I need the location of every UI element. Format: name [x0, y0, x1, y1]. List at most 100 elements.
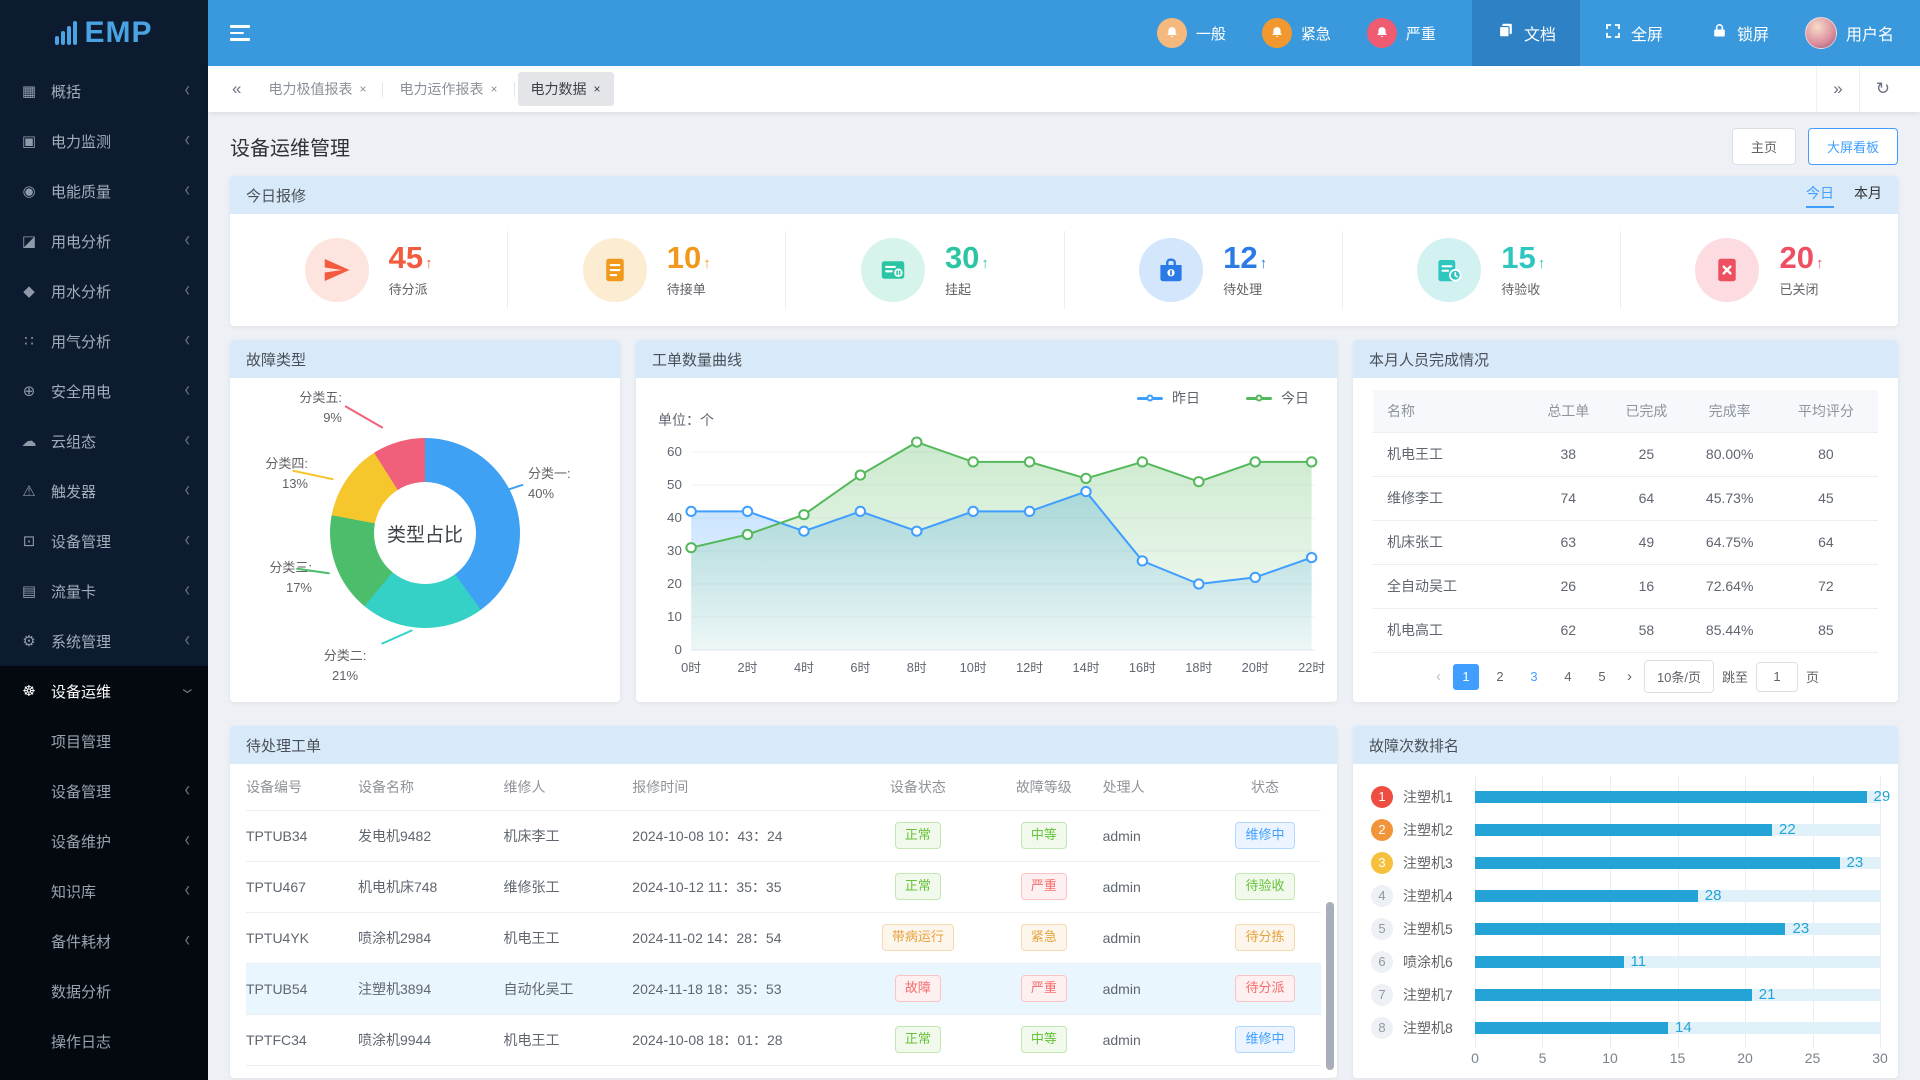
- page-number-1[interactable]: 1: [1453, 664, 1479, 690]
- fault-type-title: 故障类型: [246, 349, 306, 370]
- page-number-2[interactable]: 2: [1487, 664, 1513, 690]
- table-cell: 72: [1774, 564, 1878, 608]
- sidebar-subitem-项目管理[interactable]: 项目管理: [0, 716, 208, 766]
- sidebar-item-label: 电能质量: [51, 181, 111, 202]
- stat-card-待处理[interactable]: 12↑待处理: [1065, 231, 1343, 309]
- bar-track: 14: [1475, 1022, 1880, 1034]
- tab-电力数据[interactable]: 电力数据×: [518, 72, 614, 106]
- sidebar-item-安全用电[interactable]: ⊕安全用电‹: [0, 366, 208, 416]
- tabs-collapse-icon[interactable]: «: [222, 79, 251, 99]
- cell-person: 维修张工: [504, 861, 633, 912]
- next-page-icon[interactable]: ›: [1623, 668, 1636, 685]
- nav-item-锁屏[interactable]: 锁屏: [1687, 0, 1793, 66]
- cell-device-no: TPTFC34: [246, 1014, 358, 1065]
- sidebar-item-用气分析[interactable]: ∷用气分析‹: [0, 316, 208, 366]
- sidebar-item-电力监测[interactable]: ▣电力监测‹: [0, 116, 208, 166]
- sidebar-subitem-操作日志[interactable]: 操作日志: [0, 1016, 208, 1066]
- toolbox-icon: [1139, 238, 1203, 302]
- table-row[interactable]: TPTUB54注塑机3894自动化吴工2024-11-18 18：35：53故障…: [246, 963, 1321, 1014]
- sidebar-item-流量卡[interactable]: ▤流量卡‹: [0, 566, 208, 616]
- close-icon[interactable]: ×: [490, 82, 497, 96]
- bar-track: 22: [1475, 824, 1880, 836]
- home-button[interactable]: 主页: [1732, 128, 1796, 165]
- sidebar-item-概括[interactable]: ▦概括‹: [0, 66, 208, 116]
- stat-card-已关闭[interactable]: 20↑已关闭: [1621, 231, 1898, 309]
- alert-label: 紧急: [1301, 23, 1331, 44]
- tab-bar-right: » ↻: [1816, 66, 1906, 112]
- page-number-4[interactable]: 4: [1555, 664, 1581, 690]
- column-header-处理人: 处理人: [1103, 764, 1209, 810]
- sidebar-subitem-数据分析[interactable]: 数据分析: [0, 966, 208, 1016]
- big-screen-button[interactable]: 大屏看板: [1808, 128, 1898, 165]
- page-number-5[interactable]: 5: [1589, 664, 1615, 690]
- alert-一般[interactable]: 一般: [1157, 18, 1226, 48]
- tab-电力极值报表[interactable]: 电力极值报表×: [255, 72, 379, 106]
- chevron-left-icon: ‹: [185, 579, 190, 602]
- table-cell: 维修李工: [1373, 476, 1529, 520]
- state-badge[interactable]: 待验收: [1235, 873, 1294, 899]
- legend-item-昨日[interactable]: 昨日: [1137, 388, 1200, 408]
- table-row[interactable]: 全自动吴工261672.64%72: [1373, 564, 1878, 608]
- prev-page-icon[interactable]: ‹: [1432, 668, 1445, 685]
- stat-text: 30↑挂起: [945, 242, 989, 298]
- sidebar-item-电能质量[interactable]: ◉电能质量‹: [0, 166, 208, 216]
- table-row[interactable]: 维修李工746445.73%45: [1373, 476, 1878, 520]
- sidebar-subitem-备件耗材[interactable]: 备件耗材‹: [0, 916, 208, 966]
- user-menu[interactable]: 用户名: [1793, 0, 1920, 66]
- alert-紧急[interactable]: 紧急: [1262, 18, 1331, 48]
- table-row[interactable]: TPTFC34喷涂机9944机电王工2024-10-08 18：01：28正常中…: [246, 1014, 1321, 1065]
- sidebar-subitem-设备维护[interactable]: 设备维护‹: [0, 816, 208, 866]
- state-badge[interactable]: 维修中: [1235, 1026, 1294, 1052]
- sidebar-subitem-设备管理[interactable]: 设备管理‹: [0, 766, 208, 816]
- sidebar-subitem-知识库[interactable]: 知识库‹: [0, 866, 208, 916]
- tab-电力运作报表[interactable]: 电力运作报表×: [386, 72, 510, 106]
- stat-card-待分派[interactable]: 45↑待分派: [230, 231, 508, 309]
- bar-value: 23: [1847, 854, 1864, 871]
- table-row[interactable]: 机电王工382580.00%80: [1373, 432, 1878, 476]
- state-badge[interactable]: 待分拣: [1235, 924, 1294, 950]
- page-number-3[interactable]: 3: [1521, 664, 1547, 690]
- state-badge[interactable]: 待分派: [1235, 975, 1294, 1001]
- alert-严重[interactable]: 严重: [1367, 18, 1436, 48]
- legend-marker: [1246, 397, 1272, 400]
- table-row[interactable]: 机床张工634964.75%64: [1373, 520, 1878, 564]
- sidebar-item-设备管理[interactable]: ⊡设备管理‹: [0, 516, 208, 566]
- stat-card-待验收[interactable]: 15↑待验收: [1343, 231, 1621, 309]
- sidebar-item-label: 触发器: [51, 481, 96, 502]
- table-row[interactable]: TPTU467机电机床748维修张工2024-10-12 11：35：35正常严…: [246, 861, 1321, 912]
- cell-person: 机床李工: [504, 810, 633, 861]
- sidebar-item-设备运维[interactable]: ☸设备运维‹: [0, 666, 208, 716]
- table-scrollbar-thumb[interactable]: [1326, 902, 1334, 1070]
- sidebar-item-云组态[interactable]: ☁云组态‹: [0, 416, 208, 466]
- legend-item-今日[interactable]: 今日: [1246, 388, 1309, 408]
- page-size-select[interactable]: 10条/页: [1644, 660, 1714, 693]
- cell-handler: admin: [1103, 1014, 1209, 1065]
- sidebar-item-用水分析[interactable]: ◆用水分析‹: [0, 266, 208, 316]
- table-row[interactable]: TPTUB34发电机9482机床李工2024-10-08 10：43：24正常中…: [246, 810, 1321, 861]
- stat-card-挂起[interactable]: 30↑挂起: [786, 231, 1064, 309]
- nav-item-文档[interactable]: 文档: [1472, 0, 1580, 66]
- close-icon[interactable]: ×: [594, 82, 601, 96]
- toggle-today[interactable]: 今日: [1806, 183, 1834, 208]
- table-row[interactable]: TPTU4YK喷涂机2984机电王工2024-11-02 14：28：54带病运…: [246, 912, 1321, 963]
- sidebar-item-label: 系统管理: [51, 631, 111, 652]
- level-badge: 中等: [1021, 1026, 1067, 1052]
- logo[interactable]: EMP: [0, 0, 208, 66]
- nav-item-全屏[interactable]: 全屏: [1580, 0, 1687, 66]
- tabs-refresh-icon[interactable]: ↻: [1859, 66, 1906, 112]
- chart-legend: 昨日 今日: [1137, 388, 1309, 408]
- toggle-month[interactable]: 本月: [1854, 183, 1882, 208]
- jump-page-input[interactable]: [1756, 662, 1798, 692]
- rank-row-注塑机4: 4注塑机428: [1371, 879, 1880, 912]
- column-header-平均评分: 平均评分: [1774, 390, 1878, 432]
- table-row[interactable]: 机电高工625885.44%85: [1373, 608, 1878, 652]
- state-badge[interactable]: 维修中: [1235, 822, 1294, 848]
- menu-fold-icon[interactable]: [230, 25, 250, 41]
- tabs-expand-icon[interactable]: »: [1816, 66, 1858, 112]
- close-icon[interactable]: ×: [359, 82, 366, 96]
- sidebar-item-用电分析[interactable]: ◪用电分析‹: [0, 216, 208, 266]
- sidebar-item-系统管理[interactable]: ⚙系统管理‹: [0, 616, 208, 666]
- sidebar-item-触发器[interactable]: ⚠触发器‹: [0, 466, 208, 516]
- stat-card-待接单[interactable]: 10↑待接单: [508, 231, 786, 309]
- cell-person: 机电王工: [504, 912, 633, 963]
